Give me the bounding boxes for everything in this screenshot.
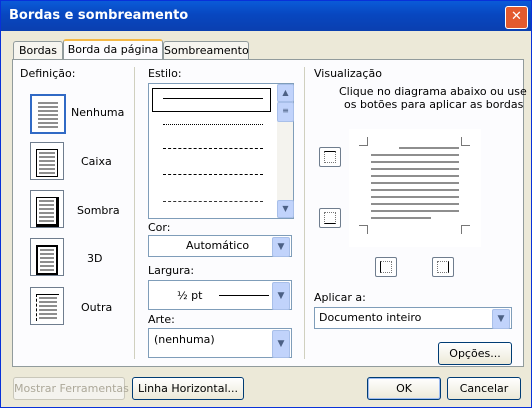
preview-text-line xyxy=(371,203,459,205)
show-tools-label: Mostrar Ferramentas xyxy=(14,382,129,395)
page-custom-icon xyxy=(36,294,59,321)
cancel-button[interactable]: Cancelar xyxy=(447,377,521,400)
ok-button[interactable]: OK xyxy=(367,377,441,400)
style-label: Estilo: xyxy=(148,67,182,80)
color-value: Automático xyxy=(186,239,250,252)
setting-caixa-label: Caixa xyxy=(81,155,112,168)
setting-3d-label: 3D xyxy=(87,252,103,265)
art-value: (nenhuma) xyxy=(154,333,215,346)
preview-text-line xyxy=(399,147,459,149)
width-line-sample xyxy=(219,295,269,296)
apply-to-label: Aplicar a: xyxy=(314,291,366,304)
style-list-scrollbar[interactable]: ▲ ≡ ▼ xyxy=(277,84,294,218)
setting-outra-label: Outra xyxy=(81,301,113,314)
scroll-down-button[interactable]: ▼ xyxy=(277,200,294,218)
color-label: Cor: xyxy=(148,221,171,234)
width-value: ½ pt xyxy=(177,289,203,302)
page-3d-icon xyxy=(36,245,58,275)
setting-nenhuma-button[interactable] xyxy=(30,94,66,134)
width-label: Largura: xyxy=(148,264,195,277)
border-top-icon xyxy=(324,151,336,163)
scroll-up-button[interactable]: ▲ xyxy=(277,84,294,102)
top-border-button[interactable] xyxy=(319,147,341,167)
corner-mark xyxy=(359,137,368,146)
corner-mark xyxy=(461,137,470,146)
chevron-down-icon[interactable]: ▼ xyxy=(492,309,510,329)
border-bottom-icon xyxy=(324,212,336,224)
preview-text-line xyxy=(371,175,459,177)
style-solid[interactable] xyxy=(163,98,263,99)
preview-hint-line2: os botões para aplicar as bordas xyxy=(344,98,524,111)
preview-text-line xyxy=(371,189,459,191)
separator xyxy=(134,67,135,359)
preview-text-line xyxy=(371,217,431,219)
style-dotted[interactable] xyxy=(163,124,263,125)
preview-text-line xyxy=(371,182,459,184)
chevron-down-icon[interactable]: ▼ xyxy=(272,330,290,358)
setting-outra-button[interactable] xyxy=(30,287,64,325)
style-list[interactable]: ▲ ≡ ▼ xyxy=(148,83,294,219)
border-left-icon xyxy=(380,261,392,273)
setting-caixa-button[interactable] xyxy=(30,142,64,180)
close-icon: ✕ xyxy=(511,9,522,24)
color-select[interactable]: Automático ▼ xyxy=(148,235,292,257)
style-dash-dot[interactable] xyxy=(163,201,263,202)
setting-sombra-label: Sombra xyxy=(77,204,120,217)
definition-label: Definição: xyxy=(20,67,76,80)
preview-hint-line1: Clique no diagrama abaixo ou use xyxy=(339,85,527,98)
page-box-icon xyxy=(36,149,58,177)
preview-text-line xyxy=(371,196,459,198)
cancel-label: Cancelar xyxy=(459,382,509,395)
preview-text-line xyxy=(371,210,459,212)
apply-to-value: Documento inteiro xyxy=(319,311,422,324)
preview-text-line xyxy=(371,161,459,163)
close-button[interactable]: ✕ xyxy=(505,6,528,29)
title-bar[interactable]: Bordas e sombreamento ✕ xyxy=(1,1,531,31)
art-label: Arte: xyxy=(148,313,175,326)
show-tools-button[interactable]: Mostrar Ferramentas xyxy=(13,377,129,400)
width-select[interactable]: ½ pt ▼ xyxy=(148,280,292,310)
options-button[interactable]: Opções... xyxy=(438,342,512,365)
selected-style-item[interactable] xyxy=(152,88,271,112)
tab-label: Bordas xyxy=(18,44,58,57)
tab-bordas[interactable]: Bordas xyxy=(13,41,63,60)
ok-label: OK xyxy=(396,382,412,395)
setting-3d-button[interactable] xyxy=(30,238,64,276)
right-border-button[interactable] xyxy=(432,257,454,277)
setting-sombra-button[interactable] xyxy=(30,190,64,228)
preview-label: Visualização xyxy=(314,67,382,80)
dialog-window: Bordas e sombreamento ✕ Bordas Borda da … xyxy=(0,0,532,408)
horizontal-line-button[interactable]: Linha Horizontal... xyxy=(132,377,244,400)
border-right-icon xyxy=(437,261,449,273)
style-dashed[interactable] xyxy=(163,174,263,175)
setting-nenhuma-label: Nenhuma xyxy=(71,106,125,119)
options-button-label: Opções... xyxy=(449,347,501,360)
preview-text-line xyxy=(371,154,459,156)
page-none-icon xyxy=(38,102,58,130)
scroll-thumb[interactable]: ≡ xyxy=(277,102,294,122)
tab-label: Borda da página xyxy=(67,43,159,56)
corner-mark xyxy=(359,225,368,234)
chevron-down-icon[interactable]: ▼ xyxy=(272,237,290,257)
chevron-down-icon[interactable]: ▼ xyxy=(272,282,290,310)
apply-to-select[interactable]: Documento inteiro ▼ xyxy=(314,307,512,329)
dialog-title: Bordas e sombreamento xyxy=(9,8,189,23)
corner-mark xyxy=(461,225,470,234)
preview-diagram[interactable] xyxy=(349,129,481,247)
art-select[interactable]: (nenhuma) ▼ xyxy=(148,328,292,358)
bottom-border-button[interactable] xyxy=(319,208,341,228)
tab-sombreamento[interactable]: Sombreamento xyxy=(163,41,249,60)
style-dashed-short[interactable] xyxy=(163,148,263,149)
horizontal-line-label: Linha Horizontal... xyxy=(137,382,239,395)
tab-label: Sombreamento xyxy=(164,44,249,57)
preview-text-line xyxy=(371,168,459,170)
separator xyxy=(304,67,305,359)
page-shadow-icon xyxy=(36,197,59,227)
left-border-button[interactable] xyxy=(375,257,397,277)
